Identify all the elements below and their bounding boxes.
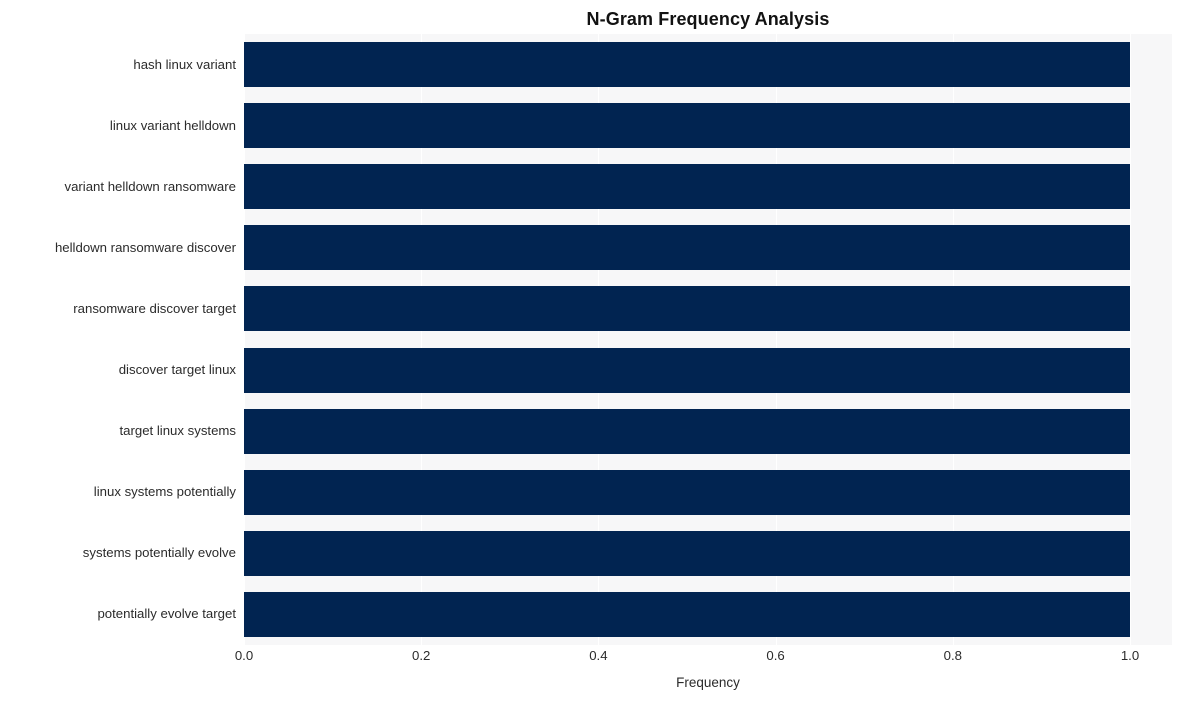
y-axis-tick-label: discover target linux xyxy=(118,362,236,378)
bar xyxy=(244,408,1130,454)
x-axis-tick-label: 0.6 xyxy=(766,648,785,663)
bar xyxy=(244,103,1130,149)
y-axis-tick-label: linux variant helldown xyxy=(109,117,236,133)
bar xyxy=(244,225,1130,271)
bar xyxy=(244,164,1130,210)
x-axis-tick-label: 0.0 xyxy=(234,648,254,663)
x-axis-tick-label: 0.8 xyxy=(943,648,962,663)
y-axis-tick-label: variant helldown ransomware xyxy=(64,178,236,194)
bar xyxy=(244,469,1130,515)
y-axis-tick-label: target linux systems xyxy=(119,423,236,439)
y-axis-tick-label: linux systems potentially xyxy=(93,484,236,500)
bar xyxy=(244,530,1130,576)
chart-figure: N-Gram Frequency Analysis hash linux var… xyxy=(0,0,1183,701)
y-axis-tick-label: hash linux variant xyxy=(133,56,236,72)
x-axis-tick-label: 0.2 xyxy=(412,648,431,663)
x-axis-tick-labels: 0.0 0.2 0.4 0.6 0.8 1.0 xyxy=(235,648,1172,668)
y-axis-tick-label: systems potentially evolve xyxy=(82,545,236,561)
y-axis-tick-label: potentially evolve target xyxy=(97,606,236,622)
x-axis-tick-label: 0.4 xyxy=(589,648,608,663)
x-axis-tick-label: 1.0 xyxy=(1120,648,1140,663)
bar xyxy=(244,286,1130,332)
bar xyxy=(244,591,1130,637)
chart-title: N-Gram Frequency Analysis xyxy=(586,9,830,29)
y-axis-tick-label: helldown ransomware discover xyxy=(54,239,236,255)
bar xyxy=(244,42,1130,88)
y-axis-tick-labels: hash linux variant linux variant helldown… xyxy=(0,34,236,645)
bar xyxy=(244,347,1130,393)
plot-area xyxy=(244,34,1172,645)
x-axis-title: Frequency xyxy=(676,675,740,690)
y-axis-tick-label: ransomware discover target xyxy=(73,300,236,316)
bars-group xyxy=(244,34,1172,645)
